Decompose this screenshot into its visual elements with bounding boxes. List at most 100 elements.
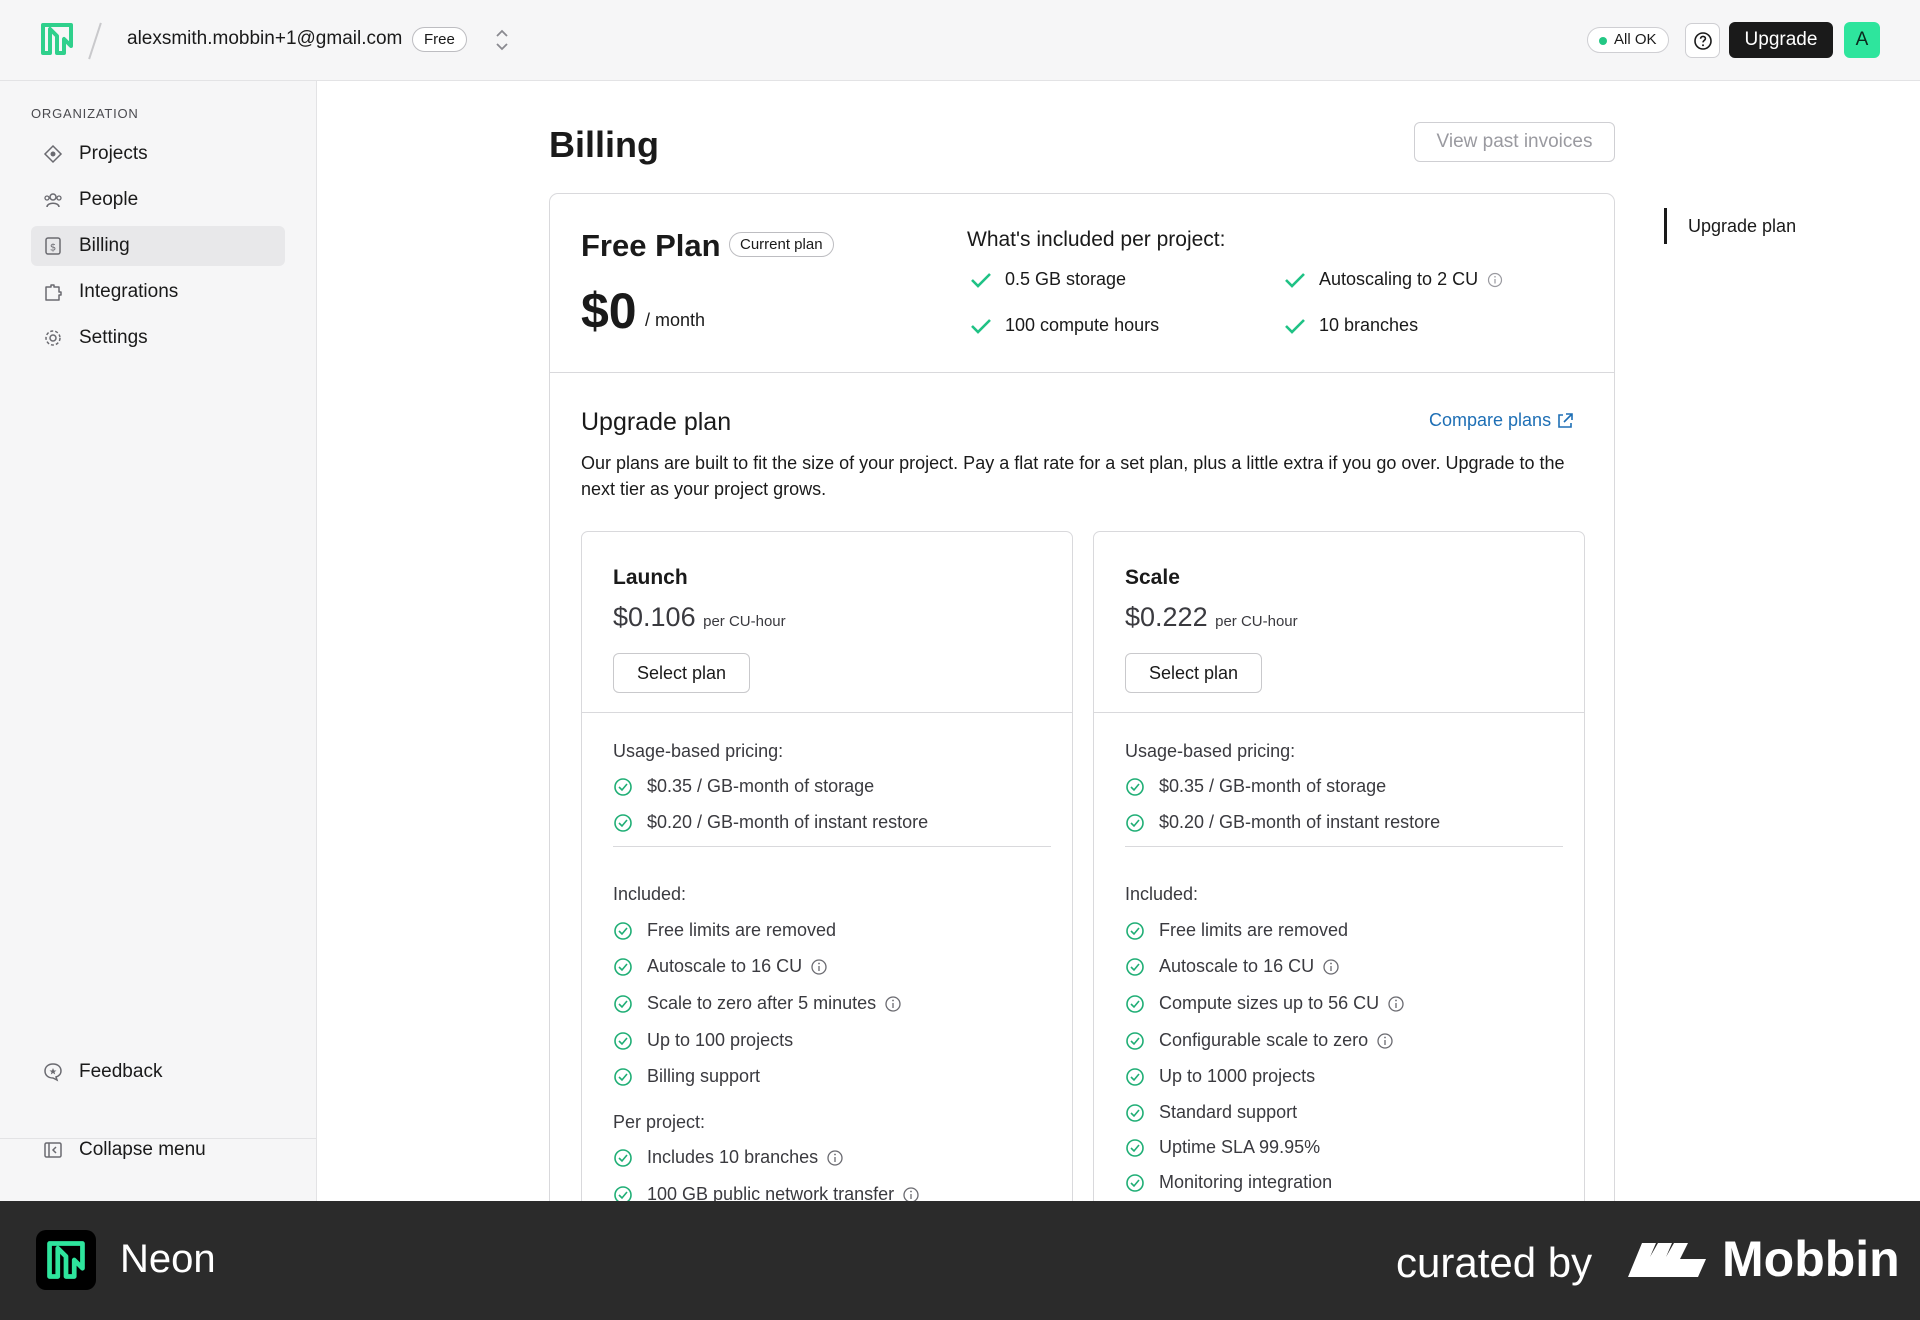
check-circle-icon <box>1126 957 1144 976</box>
compare-plans-link[interactable]: Compare plans <box>1429 410 1575 431</box>
current-plan-name: Free Plan <box>581 228 721 263</box>
check-circle-icon <box>614 921 632 940</box>
status-label: All OK <box>1614 31 1657 48</box>
feature-label: Autoscale to 16 CU <box>647 956 803 976</box>
feedback-icon <box>43 1062 63 1082</box>
integrations-icon <box>43 282 63 302</box>
info-icon[interactable] <box>1322 958 1340 976</box>
usage-heading: Usage-based pricing: <box>1125 741 1296 761</box>
sidebar-item-label: People <box>79 189 139 210</box>
check-circle-icon <box>1126 777 1144 796</box>
check-icon <box>971 272 991 288</box>
included-label: 0.5 GB storage <box>1005 269 1127 289</box>
upgrade-plan-title: Upgrade plan <box>581 408 732 436</box>
help-button[interactable] <box>1685 23 1720 58</box>
feature-label: Free limits are removed <box>1159 920 1349 940</box>
feature-item: Scale to zero after 5 minutes <box>613 993 902 1014</box>
upgrade-button[interactable]: Upgrade <box>1729 22 1833 58</box>
billing-icon: $ <box>43 236 63 256</box>
included-label: 100 compute hours <box>1005 315 1160 335</box>
upgrade-description: Our plans are built to fit the size of y… <box>581 453 1565 499</box>
feature-item: Uptime SLA 99.95% <box>1125 1137 1320 1158</box>
current-plan-price: $0 <box>581 283 637 339</box>
feature-label: $0.20 / GB-month of instant restore <box>647 812 929 832</box>
neon-logo-icon <box>36 1230 96 1290</box>
check-circle-icon <box>1126 813 1144 832</box>
sidebar-item-billing[interactable]: $ Billing <box>31 226 285 266</box>
feature-item: Compute sizes up to 56 CU <box>1125 993 1405 1014</box>
info-icon[interactable] <box>826 1149 844 1167</box>
sidebar-item-label: Integrations <box>79 281 179 302</box>
feature-label: Up to 1000 projects <box>1159 1066 1316 1086</box>
sidebar-item-people[interactable]: People <box>31 180 285 220</box>
included-item: 100 compute hours <box>970 315 1159 336</box>
sidebar-item-projects[interactable]: Projects <box>31 134 285 174</box>
check-circle-icon <box>1126 1138 1144 1157</box>
chevron-up-down-icon[interactable] <box>492 26 512 54</box>
svg-text:$: $ <box>50 243 56 254</box>
plan-price-unit: per CU-hour <box>1215 613 1298 630</box>
toc-item-upgrade-plan[interactable]: Upgrade plan <box>1664 208 1796 244</box>
sidebar-item-settings[interactable]: Settings <box>31 318 285 358</box>
feature-item: Up to 100 projects <box>613 1030 793 1051</box>
check-circle-icon <box>1126 1031 1144 1050</box>
collapse-menu-button[interactable]: Collapse menu <box>31 1130 285 1170</box>
feature-label: Standard support <box>1159 1102 1298 1122</box>
check-circle-icon <box>614 1067 632 1086</box>
mobbin-wordmark: Mobbin <box>1722 1231 1900 1287</box>
usage-heading: Usage-based pricing: <box>613 741 784 761</box>
info-icon[interactable] <box>810 958 828 976</box>
info-icon[interactable] <box>1486 271 1504 289</box>
org-email[interactable]: alexsmith.mobbin+1@gmail.com <box>127 28 402 50</box>
info-icon[interactable] <box>1387 995 1405 1013</box>
footer-banner: Neon curated by Mobbin <box>0 1201 1920 1320</box>
feature-item: Free limits are removed <box>1125 920 1348 941</box>
select-plan-button[interactable]: Select plan <box>1125 653 1262 693</box>
select-plan-button[interactable]: Select plan <box>613 653 750 693</box>
included-heading: Included: <box>1125 884 1199 904</box>
feature-item: Monitoring integration <box>1125 1172 1332 1193</box>
included-item: 10 branches <box>1284 315 1418 336</box>
feature-item: $0.20 / GB-month of instant restore <box>1125 812 1440 833</box>
neon-logo-icon[interactable] <box>40 22 74 56</box>
view-invoices-button[interactable]: View past invoices <box>1414 122 1615 162</box>
feature-item: Up to 1000 projects <box>1125 1066 1315 1087</box>
check-circle-icon <box>614 1031 632 1050</box>
plan-price-value: $0.222 <box>1125 602 1208 632</box>
feature-item: $0.20 / GB-month of instant restore <box>613 812 928 833</box>
feature-item: Includes 10 branches <box>613 1147 844 1168</box>
feature-label: Billing support <box>647 1066 761 1086</box>
avatar[interactable]: A <box>1844 22 1880 58</box>
footer-brand: Neon <box>120 1237 216 1281</box>
plan-price-value: $0.106 <box>613 602 696 632</box>
feature-item: Autoscale to 16 CU <box>613 956 828 977</box>
plan-badge: Free <box>412 27 467 52</box>
collapse-label: Collapse menu <box>79 1139 206 1160</box>
collapse-icon <box>43 1140 63 1160</box>
feature-item: $0.35 / GB-month of storage <box>613 776 874 797</box>
check-circle-icon <box>614 957 632 976</box>
sidebar-item-integrations[interactable]: Integrations <box>31 272 285 312</box>
plan-card-scale: Scale $0.222 per CU-hour Select plan Usa… <box>1093 531 1585 1202</box>
feature-item: Configurable scale to zero <box>1125 1030 1394 1051</box>
feature-label: $0.20 / GB-month of instant restore <box>1159 812 1441 832</box>
mobbin-mark-icon <box>1628 1243 1706 1277</box>
per-project-heading: Per project: <box>613 1112 706 1132</box>
plan-name: Launch <box>613 566 688 589</box>
check-circle-icon <box>614 813 632 832</box>
compare-plans-label: Compare plans <box>1429 410 1552 430</box>
check-circle-icon <box>1126 1103 1144 1122</box>
info-icon[interactable] <box>884 995 902 1013</box>
info-icon[interactable] <box>1376 1032 1394 1050</box>
plan-divider <box>1125 846 1563 847</box>
help-icon <box>1693 31 1712 50</box>
status-badge[interactable]: All OK <box>1587 27 1669 53</box>
settings-icon <box>43 328 63 348</box>
sidebar: ORGANIZATION Projects People $ Billing I… <box>0 81 317 1201</box>
feedback-button[interactable]: Feedback <box>31 1052 285 1092</box>
feedback-label: Feedback <box>79 1061 163 1082</box>
feature-label: Up to 100 projects <box>647 1030 794 1050</box>
plan-price: $0.106 per CU-hour <box>613 602 786 633</box>
plan-divider <box>582 712 1072 713</box>
feature-label: $0.35 / GB-month of storage <box>1159 776 1387 796</box>
